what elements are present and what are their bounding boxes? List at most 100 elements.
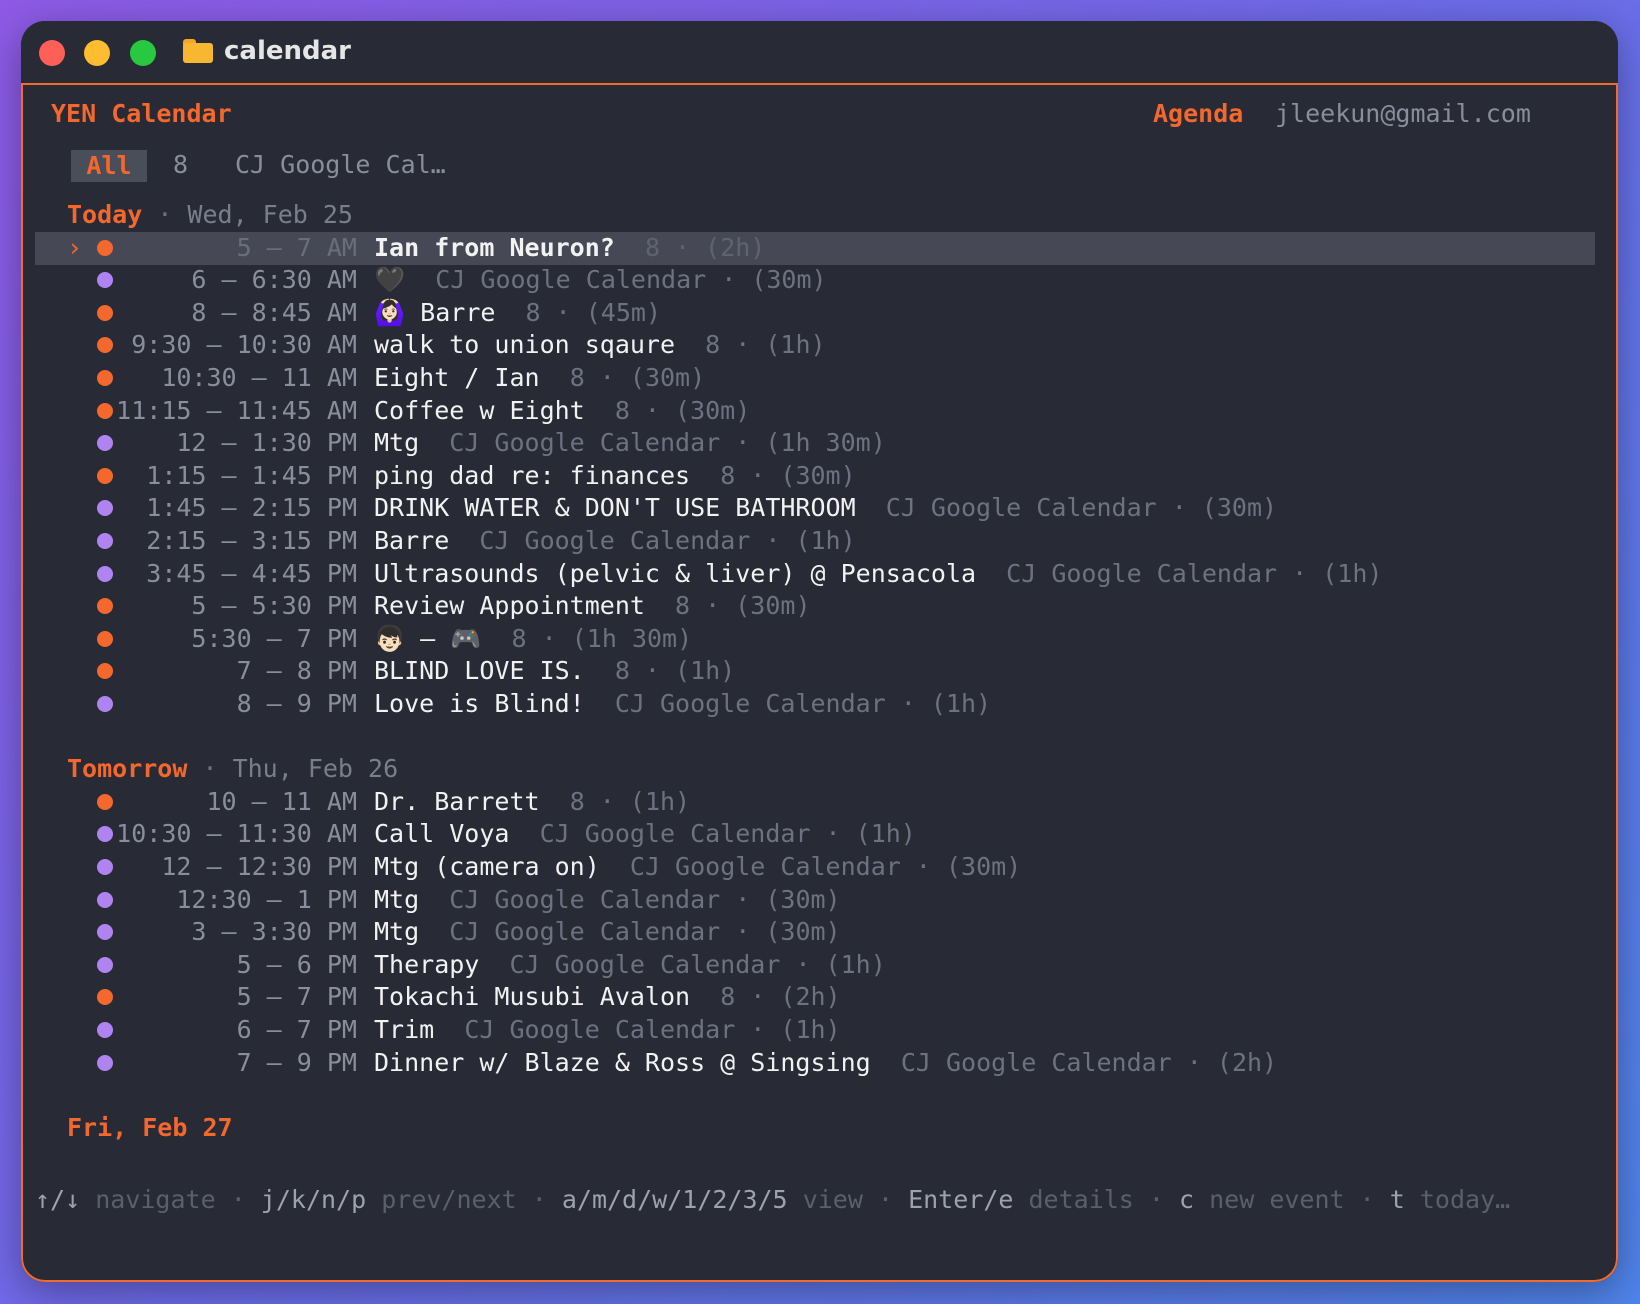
tab-all[interactable]: All [71, 150, 147, 182]
event-meta: CJ Google Calendar · (1h) [1006, 558, 1383, 588]
event-time: 3:45 – 4:45 PM [146, 558, 357, 588]
footer-separator: · [1133, 1185, 1179, 1214]
calendar-color-dot-icon [97, 500, 113, 517]
event-time: 1:15 – 1:45 PM [146, 460, 357, 490]
calendar-color-dot-icon [97, 826, 113, 843]
footer-desc: today… [1419, 1185, 1511, 1214]
calendar-color-dot-icon [97, 402, 113, 419]
event-title: 🙆🏻‍♀️ Barre [374, 297, 496, 327]
event-time: 10:30 – 11:30 AM [116, 819, 357, 849]
event-row[interactable]: 5 – 5:30 PM Review Appointment 8 · (30m) [115, 589, 810, 623]
event-meta: CJ Google Calendar · (30m) [885, 493, 1278, 523]
event-title: Mtg [374, 428, 420, 458]
calendar-color-dot-icon [97, 663, 113, 680]
event-row[interactable]: 3 – 3:30 PM Mtg CJ Google Calendar · (30m… [115, 915, 840, 949]
calendar-color-dot-icon [97, 891, 113, 908]
calendar-color-dot-icon [97, 924, 113, 941]
event-title: ping dad re: finances [374, 460, 691, 490]
calendar-color-dot-icon [97, 272, 113, 289]
event-title: Call Voya [374, 819, 510, 849]
view-label[interactable]: Agenda [1153, 97, 1243, 131]
footer-key: t [1389, 1185, 1405, 1214]
event-row[interactable]: 5 – 6 PM Therapy CJ Google Calendar · (1h… [115, 948, 886, 982]
event-row[interactable]: 5:30 – 7 PM 👦🏻 — 🎮 8 · (1h 30m) [115, 622, 692, 656]
footer-desc: new event [1209, 1185, 1345, 1214]
footer-desc: navigate [95, 1185, 216, 1214]
event-title: walk to union sqaure [374, 330, 676, 360]
event-meta: 8 · (1h) [614, 656, 736, 686]
event-time: 1:45 – 2:15 PM [146, 493, 357, 523]
event-title: Tokachi Musubi Avalon [374, 982, 691, 1012]
event-time: 6 – 6:30 AM [191, 265, 357, 295]
event-title: Therapy [374, 949, 480, 979]
calendar-color-dot-icon [97, 337, 113, 354]
event-row[interactable]: 6 – 7 PM Trim CJ Google Calendar · (1h) [115, 1013, 841, 1047]
event-row[interactable]: 11:15 – 11:45 AM Coffee w Eight 8 · (30m) [115, 394, 750, 428]
event-row[interactable]: 1:15 – 1:45 PM ping dad re: finances 8 · … [115, 459, 856, 493]
calendar-color-dot-icon [97, 793, 113, 810]
calendar-color-dot-icon [97, 304, 113, 321]
footer-key: a/m/d/w/1/2/3/5 [561, 1185, 788, 1214]
footer-separator: · [1344, 1185, 1390, 1214]
event-title: Trim [374, 1015, 435, 1044]
event-row[interactable]: 2:15 – 3:15 PM Barre CJ Google Calendar ·… [115, 524, 856, 558]
event-row[interactable]: 5 – 7 AM Ian from Neuron? 8 · (2h) [115, 231, 766, 265]
event-time: 12 – 1:30 PM [176, 428, 357, 458]
event-meta: CJ Google Calendar · (30m) [449, 884, 841, 914]
calendar-color-dot-icon [97, 533, 113, 549]
event-title: 🖤 [374, 265, 406, 295]
event-meta: CJ Google Calendar · (30m) [629, 852, 1022, 881]
section-date: Wed, Feb 25 [187, 200, 353, 229]
terminal-window: calendar YEN Calendar Agenda jleekun@gma… [21, 21, 1618, 1282]
footer-key: c [1179, 1185, 1195, 1214]
calendar-color-dot-icon [97, 1054, 113, 1071]
event-meta: 8 · (1h) [705, 330, 826, 360]
event-row[interactable]: 10:30 – 11 AM Eight / Ian 8 · (30m) [115, 361, 705, 395]
event-meta: 8 · (30m) [720, 460, 856, 490]
event-meta: CJ Google Calendar · (1h) [479, 526, 856, 555]
event-meta: CJ Google Calendar · (1h 30m) [449, 428, 886, 458]
close-window-button[interactable] [39, 40, 65, 66]
calendar-color-dot-icon [97, 989, 113, 1006]
account-email: jleekun@gmail.com [1275, 99, 1531, 128]
event-time: 5 – 7 PM [236, 982, 357, 1012]
event-row[interactable]: 7 – 9 PM Dinner w/ Blaze & Ross @ Singsin… [115, 1046, 1278, 1080]
event-row[interactable]: 5 – 7 PM Tokachi Musubi Avalon 8 · (2h) [115, 980, 841, 1014]
event-time: 7 – 9 PM [236, 1047, 357, 1077]
event-time: 8 – 8:45 AM [191, 297, 357, 327]
event-title: Ian from Neuron? [374, 232, 615, 262]
event-time: 7 – 8 PM [236, 656, 357, 686]
footer-separator: · [215, 1185, 261, 1214]
folder-icon [183, 39, 213, 63]
event-row[interactable]: 12:30 – 1 PM Mtg CJ Google Calendar · (30… [115, 883, 841, 917]
calendar-pane: YEN Calendar Agenda jleekun@gmail.com Al… [21, 83, 1618, 1282]
event-time: 5 – 7 AM [236, 232, 357, 262]
footer-desc: details [1028, 1185, 1134, 1214]
event-time: 5 – 5:30 PM [191, 591, 357, 621]
zoom-window-button[interactable] [130, 40, 156, 66]
event-row[interactable]: 1:45 – 2:15 PM DRINK WATER & DON'T USE BA… [115, 491, 1277, 525]
event-row[interactable]: 8 – 9 PM Love is Blind! CJ Google Calenda… [115, 687, 992, 721]
event-row[interactable]: 9:30 – 10:30 AM walk to union sqaure 8 · … [115, 328, 826, 362]
event-row[interactable]: 6 – 6:30 AM 🖤 CJ Google Calendar · (30m) [115, 263, 826, 297]
section-header: Fri, Feb 27 [67, 1111, 233, 1145]
event-meta: CJ Google Calendar · (1h) [614, 689, 992, 718]
event-time: 10 – 11 AM [206, 786, 357, 816]
event-row[interactable]: 10 – 11 AM Dr. Barrett 8 · (1h) [115, 785, 690, 819]
event-row[interactable]: 8 – 8:45 AM 🙆🏻‍♀️ Barre 8 · (45m) [115, 296, 661, 330]
event-meta: 8 · (2h) [720, 982, 841, 1012]
event-row[interactable]: 10:30 – 11:30 AM Call Voya CJ Google Cale… [115, 817, 916, 851]
section-header: Today · Wed, Feb 25 [67, 198, 353, 232]
event-row[interactable]: 12 – 1:30 PM Mtg CJ Google Calendar · (1h… [115, 426, 886, 460]
event-row[interactable]: 12 – 12:30 PM Mtg (camera on) CJ Google C… [115, 850, 1021, 884]
calendar-color-dot-icon [97, 370, 113, 386]
minimize-window-button[interactable] [84, 40, 110, 66]
section-date: Thu, Feb 26 [232, 754, 399, 784]
event-meta: 8 · (1h) [569, 786, 691, 816]
section-header: Tomorrow · Thu, Feb 26 [67, 752, 398, 786]
tab-cj-google-calendar[interactable]: CJ Google Cal… [235, 148, 446, 182]
event-time: 5:30 – 7 PM [191, 623, 357, 653]
event-row[interactable]: 3:45 – 4:45 PM Ultrasounds (pelvic & live… [115, 557, 1382, 591]
tab-8[interactable]: 8 [173, 148, 188, 182]
event-row[interactable]: 7 – 8 PM BLIND LOVE IS. 8 · (1h) [115, 654, 736, 688]
